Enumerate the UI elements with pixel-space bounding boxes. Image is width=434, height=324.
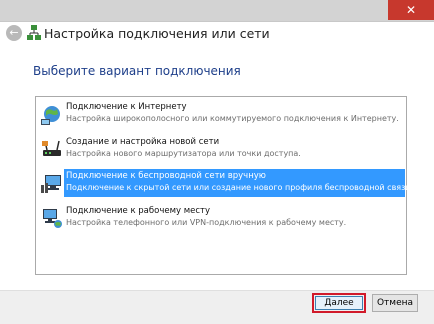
close-button[interactable]: ✕ (388, 0, 434, 20)
option-internet[interactable]: Подключение к Интернету Настройка широко… (37, 100, 405, 128)
workplace-network-icon (43, 209, 62, 228)
dialog-footer (0, 290, 434, 324)
next-button[interactable]: Далее (315, 296, 363, 310)
option-description: Настройка широкополосного или коммутируе… (66, 114, 399, 123)
globe-network-icon (41, 106, 60, 125)
option-new-network[interactable]: Создание и настройка новой сети Настройк… (37, 135, 405, 163)
close-icon: ✕ (405, 3, 417, 17)
wireless-computer-icon (41, 175, 61, 193)
option-title: Создание и настройка новой сети (66, 137, 220, 147)
connection-options-list: Подключение к Интернету Настройка широко… (35, 96, 414, 275)
option-title: Подключение к беспроводной сети вручную (66, 171, 266, 181)
option-workplace[interactable]: Подключение к рабочему месту Настройка т… (37, 204, 405, 232)
option-description: Настройка телефонного или VPN-подключени… (66, 218, 347, 227)
option-wireless-manual[interactable]: Подключение к беспроводной сети вручную … (37, 169, 414, 197)
router-icon (42, 140, 61, 156)
option-title: Подключение к Интернету (66, 102, 187, 112)
option-title: Подключение к рабочему месту (66, 206, 211, 216)
network-center-icon (27, 25, 41, 40)
back-button[interactable]: ← (6, 25, 22, 41)
option-description: Подключение к скрытой сети или создание … (66, 183, 414, 192)
back-arrow-icon: ← (9, 26, 19, 39)
page-heading: Выберите вариант подключения (33, 64, 241, 78)
window-title: Настройка подключения или сети (44, 26, 270, 41)
title-bar: ✕ (0, 0, 434, 22)
option-description: Настройка нового маршрутизатора или точк… (66, 149, 301, 158)
navigation-bar: ← Настройка подключения или сети (0, 22, 434, 46)
cancel-button[interactable]: Отмена (372, 294, 418, 312)
